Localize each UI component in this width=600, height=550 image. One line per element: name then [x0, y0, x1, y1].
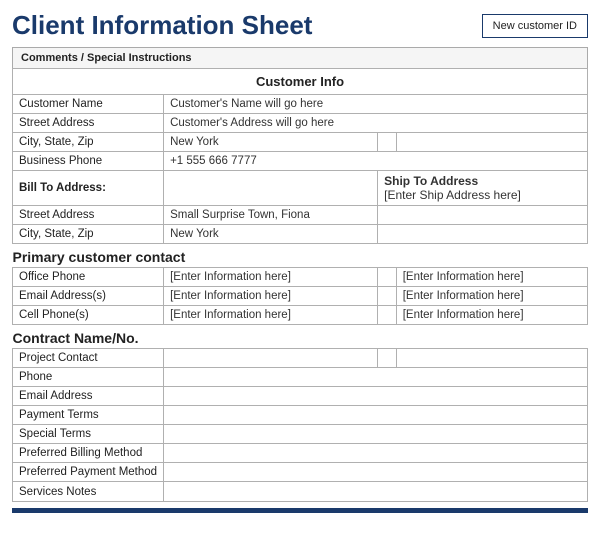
contract-title: Contract Name/No. — [13, 325, 588, 349]
cell-phone-label: Cell Phone(s) — [13, 306, 164, 325]
customer-name-label: Customer Name — [13, 95, 164, 114]
table-row: Preferred Billing Method — [13, 444, 588, 463]
table-row: Email Address — [13, 387, 588, 406]
office-phone-value1: [Enter Information here] — [164, 268, 378, 287]
special-terms-value — [164, 425, 588, 444]
project-contact-value — [164, 349, 378, 368]
contract-email-label: Email Address — [13, 387, 164, 406]
special-terms-label: Special Terms — [13, 425, 164, 444]
email-empty — [378, 287, 397, 306]
bill-street-value: Small Surprise Town, Fiona — [164, 206, 378, 225]
preferred-billing-label: Preferred Billing Method — [13, 444, 164, 463]
contract-email-value — [164, 387, 588, 406]
email-value1: [Enter Information here] — [164, 287, 378, 306]
new-customer-button[interactable]: New customer ID — [482, 14, 588, 38]
primary-contact-section: Primary customer contact — [13, 244, 588, 268]
table-row: City, State, Zip New York — [13, 133, 588, 152]
comments-bar: Comments / Special Instructions — [12, 47, 588, 68]
table-row: Email Address(s) [Enter Information here… — [13, 287, 588, 306]
bottom-bar — [12, 508, 588, 513]
table-row: Phone — [13, 368, 588, 387]
bill-to-label: Bill To Address: — [13, 171, 164, 206]
business-phone-label: Business Phone — [13, 152, 164, 171]
bill-city-label: City, State, Zip — [13, 225, 164, 244]
table-row: Street Address Customer's Address will g… — [13, 114, 588, 133]
services-notes-value — [164, 482, 588, 502]
contract-phone-label: Phone — [13, 368, 164, 387]
customer-info-header: Customer Info — [13, 69, 588, 95]
table-row: Project Contact — [13, 349, 588, 368]
services-notes-label: Services Notes — [13, 482, 164, 502]
preferred-billing-value — [164, 444, 588, 463]
ship-to-label: Ship To Address [Enter Ship Address here… — [378, 171, 588, 206]
project-contact-label: Project Contact — [13, 349, 164, 368]
table-row: Bill To Address: Ship To Address [Enter … — [13, 171, 588, 206]
project-contact-extra1 — [378, 349, 397, 368]
bill-city-value: New York — [164, 225, 378, 244]
table-row: Payment Terms — [13, 406, 588, 425]
contract-phone-value — [164, 368, 588, 387]
ship-to-header-text: Ship To Address — [384, 174, 478, 188]
ship-to-value: [Enter Ship Address here] — [384, 188, 521, 202]
table-row: Special Terms — [13, 425, 588, 444]
bill-street-extra — [378, 206, 588, 225]
table-row: City, State, Zip New York — [13, 225, 588, 244]
page-title: Client Information Sheet — [12, 10, 312, 41]
customer-name-value: Customer's Name will go here — [164, 95, 588, 114]
cell-phone-value1: [Enter Information here] — [164, 306, 378, 325]
preferred-payment-label: Preferred Payment Method — [13, 463, 164, 482]
email-label: Email Address(s) — [13, 287, 164, 306]
bill-to-empty — [164, 171, 378, 206]
project-contact-extra2 — [396, 349, 587, 368]
table-row: Customer Name Customer's Name will go he… — [13, 95, 588, 114]
customer-info-title: Customer Info — [13, 69, 588, 95]
bill-city-extra — [378, 225, 588, 244]
cell-phone-value2: [Enter Information here] — [396, 306, 587, 325]
street-address-value: Customer's Address will go here — [164, 114, 588, 133]
contract-section: Contract Name/No. — [13, 325, 588, 349]
cell-phone-empty — [378, 306, 397, 325]
table-row: Business Phone +1 555 666 7777 — [13, 152, 588, 171]
city-state-zip-label: City, State, Zip — [13, 133, 164, 152]
primary-contact-title: Primary customer contact — [13, 244, 588, 268]
office-phone-label: Office Phone — [13, 268, 164, 287]
office-phone-value2: [Enter Information here] — [396, 268, 587, 287]
table-row: Preferred Payment Method — [13, 463, 588, 482]
street-address-label: Street Address — [13, 114, 164, 133]
table-row: Office Phone [Enter Information here] [E… — [13, 268, 588, 287]
city-state-zip-value: New York — [164, 133, 378, 152]
city-state-zip-extra — [378, 133, 397, 152]
preferred-payment-value — [164, 463, 588, 482]
table-row: Cell Phone(s) [Enter Information here] [… — [13, 306, 588, 325]
table-row: Street Address Small Surprise Town, Fion… — [13, 206, 588, 225]
email-value2: [Enter Information here] — [396, 287, 587, 306]
payment-terms-label: Payment Terms — [13, 406, 164, 425]
city-state-zip-extra2 — [396, 133, 587, 152]
payment-terms-value — [164, 406, 588, 425]
table-row: Services Notes — [13, 482, 588, 502]
office-phone-empty — [378, 268, 397, 287]
bill-street-label: Street Address — [13, 206, 164, 225]
business-phone-value: +1 555 666 7777 — [164, 152, 588, 171]
